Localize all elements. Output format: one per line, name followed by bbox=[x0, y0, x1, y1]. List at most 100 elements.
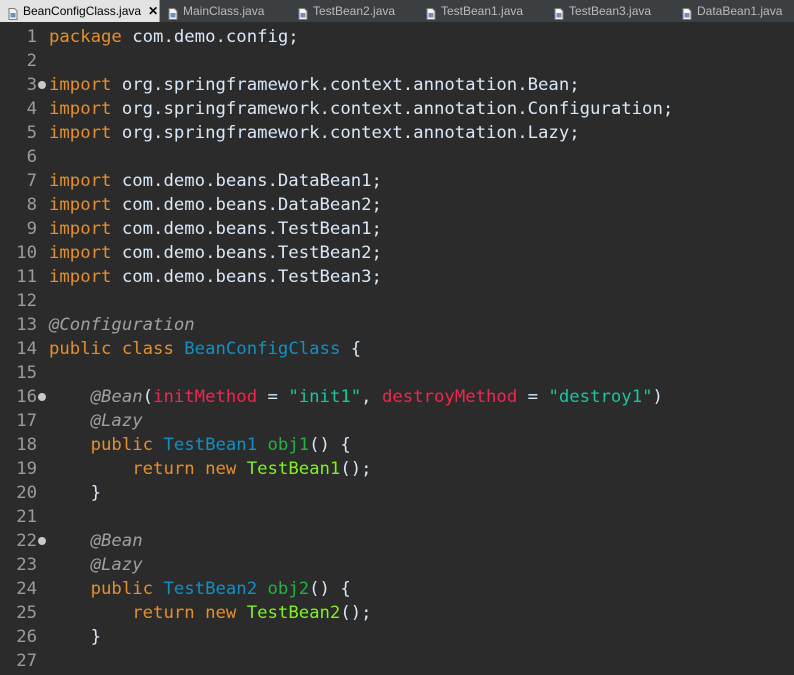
tab-testbean1[interactable]: TestBean1.java bbox=[426, 0, 523, 22]
tab-label: MainClass.java bbox=[183, 4, 265, 18]
line-number: 3 bbox=[26, 75, 37, 95]
code-line[interactable]: 4 import org.springframework.context.anno… bbox=[0, 97, 794, 121]
code-line[interactable]: 12 bbox=[0, 289, 794, 313]
code-line[interactable]: 25 return new TestBean2(); bbox=[0, 601, 794, 625]
line-number: 14 bbox=[16, 339, 37, 359]
code-text: public TestBean1 obj1() { bbox=[49, 433, 351, 457]
line-number: 12 bbox=[16, 291, 37, 311]
code-token: com.demo.beans.TestBean3; bbox=[111, 267, 382, 287]
code-line[interactable]: 22 @Bean bbox=[0, 529, 794, 553]
code-line[interactable]: 13 @Configuration bbox=[0, 313, 794, 337]
code-line[interactable]: 10 import com.demo.beans.TestBean2; bbox=[0, 241, 794, 265]
code-text: import com.demo.beans.DataBean1; bbox=[49, 169, 382, 193]
code-token: TestBean1 bbox=[246, 459, 341, 479]
code-line[interactable]: 9 import com.demo.beans.TestBean1; bbox=[0, 217, 794, 241]
code-token: "destroy1" bbox=[548, 387, 653, 407]
code-line[interactable]: 5 import org.springframework.context.anno… bbox=[0, 121, 794, 145]
code-text: import org.springframework.context.annot… bbox=[49, 121, 580, 145]
code-token: new bbox=[205, 459, 237, 479]
code-token: public bbox=[49, 339, 112, 359]
code-token: TestBean2 bbox=[163, 579, 258, 599]
line-number: 24 bbox=[16, 579, 37, 599]
code-token: (); bbox=[340, 459, 372, 479]
code-token: () { bbox=[309, 435, 351, 455]
code-token: org.springframework.context.annotation.L… bbox=[111, 123, 580, 143]
code-line[interactable]: 2 bbox=[0, 49, 794, 73]
fold-toggle-icon[interactable] bbox=[38, 537, 46, 545]
code-token: ( bbox=[142, 387, 154, 407]
line-number: 1 bbox=[26, 27, 37, 47]
tab-testbean3[interactable]: TestBean3.java bbox=[554, 0, 651, 22]
line-number: 15 bbox=[16, 363, 37, 383]
java-file-icon bbox=[554, 5, 564, 20]
code-text: @Lazy bbox=[49, 409, 143, 433]
code-token: return bbox=[132, 603, 195, 623]
code-token: = bbox=[257, 387, 289, 407]
code-token: import bbox=[49, 219, 112, 239]
code-line[interactable]: 1 package com.demo.config; bbox=[0, 25, 794, 49]
code-token: import bbox=[49, 195, 112, 215]
code-token: import bbox=[49, 123, 112, 143]
code-token: , bbox=[361, 387, 382, 407]
line-number: 23 bbox=[16, 555, 37, 575]
tab-databean1[interactable]: DataBean1.java bbox=[682, 0, 782, 22]
code-line[interactable]: 14 public class BeanConfigClass { bbox=[0, 337, 794, 361]
code-line[interactable]: 20 } bbox=[0, 481, 794, 505]
code-text: @Lazy bbox=[49, 553, 143, 577]
code-line[interactable]: 8 import com.demo.beans.DataBean2; bbox=[0, 193, 794, 217]
code-line[interactable]: 6 bbox=[0, 145, 794, 169]
java-file-icon bbox=[682, 5, 692, 20]
code-editor[interactable]: 1 package com.demo.config; 2 3 import org.sp… bbox=[0, 22, 794, 675]
code-line[interactable]: 7 import com.demo.beans.DataBean1; bbox=[0, 169, 794, 193]
code-line[interactable]: 26 } bbox=[0, 625, 794, 649]
code-token: class bbox=[121, 339, 174, 359]
code-line[interactable]: 19 return new TestBean1(); bbox=[0, 457, 794, 481]
line-number: 16 bbox=[16, 387, 37, 407]
code-line[interactable]: 18 public TestBean1 obj1() { bbox=[0, 433, 794, 457]
code-line[interactable]: 16 @Bean(initMethod = "init1", destroyMe… bbox=[0, 385, 794, 409]
java-file-icon bbox=[298, 5, 308, 20]
code-text: @Configuration bbox=[49, 313, 195, 337]
code-text: import com.demo.beans.TestBean3; bbox=[49, 265, 382, 289]
code-text: @Bean(initMethod = "init1", destroyMetho… bbox=[49, 385, 663, 409]
code-token: initMethod bbox=[153, 387, 258, 407]
code-line[interactable]: 27 bbox=[0, 649, 794, 673]
line-number: 25 bbox=[16, 603, 37, 623]
code-token: com.demo.beans.DataBean2; bbox=[111, 195, 382, 215]
code-line[interactable]: 21 bbox=[0, 505, 794, 529]
fold-toggle-icon[interactable] bbox=[38, 81, 46, 89]
code-token: new bbox=[205, 603, 237, 623]
tab-testbean2[interactable]: TestBean2.java bbox=[298, 0, 395, 22]
code-token: import bbox=[49, 99, 112, 119]
code-token: com.demo.beans.TestBean2; bbox=[111, 243, 382, 263]
tab-beanconfigclass[interactable]: BeanConfigClass.java ✕ bbox=[0, 0, 160, 22]
code-token: com.demo.config; bbox=[121, 27, 299, 47]
code-line[interactable]: 24 public TestBean2 obj2() { bbox=[0, 577, 794, 601]
code-token: TestBean1 bbox=[163, 435, 258, 455]
fold-toggle-icon[interactable] bbox=[38, 393, 46, 401]
code-token: public bbox=[90, 579, 154, 599]
close-icon[interactable]: ✕ bbox=[148, 4, 158, 18]
code-token: @Configuration bbox=[49, 315, 195, 335]
code-line[interactable]: 15 bbox=[0, 361, 794, 385]
code-token: import bbox=[49, 267, 112, 287]
code-text: public class BeanConfigClass { bbox=[49, 337, 361, 361]
code-token: destroyMethod bbox=[381, 387, 518, 407]
tab-mainclass[interactable]: MainClass.java bbox=[168, 0, 264, 22]
code-line[interactable]: 3 import org.springframework.context.anno… bbox=[0, 73, 794, 97]
java-file-icon bbox=[168, 5, 178, 20]
code-line[interactable]: 11 import com.demo.beans.TestBean3; bbox=[0, 265, 794, 289]
code-text: return new TestBean1(); bbox=[49, 457, 372, 481]
code-line[interactable]: 23 @Lazy bbox=[0, 553, 794, 577]
line-number: 27 bbox=[16, 651, 37, 671]
code-token: = bbox=[517, 387, 549, 407]
code-line[interactable]: 17 @Lazy bbox=[0, 409, 794, 433]
